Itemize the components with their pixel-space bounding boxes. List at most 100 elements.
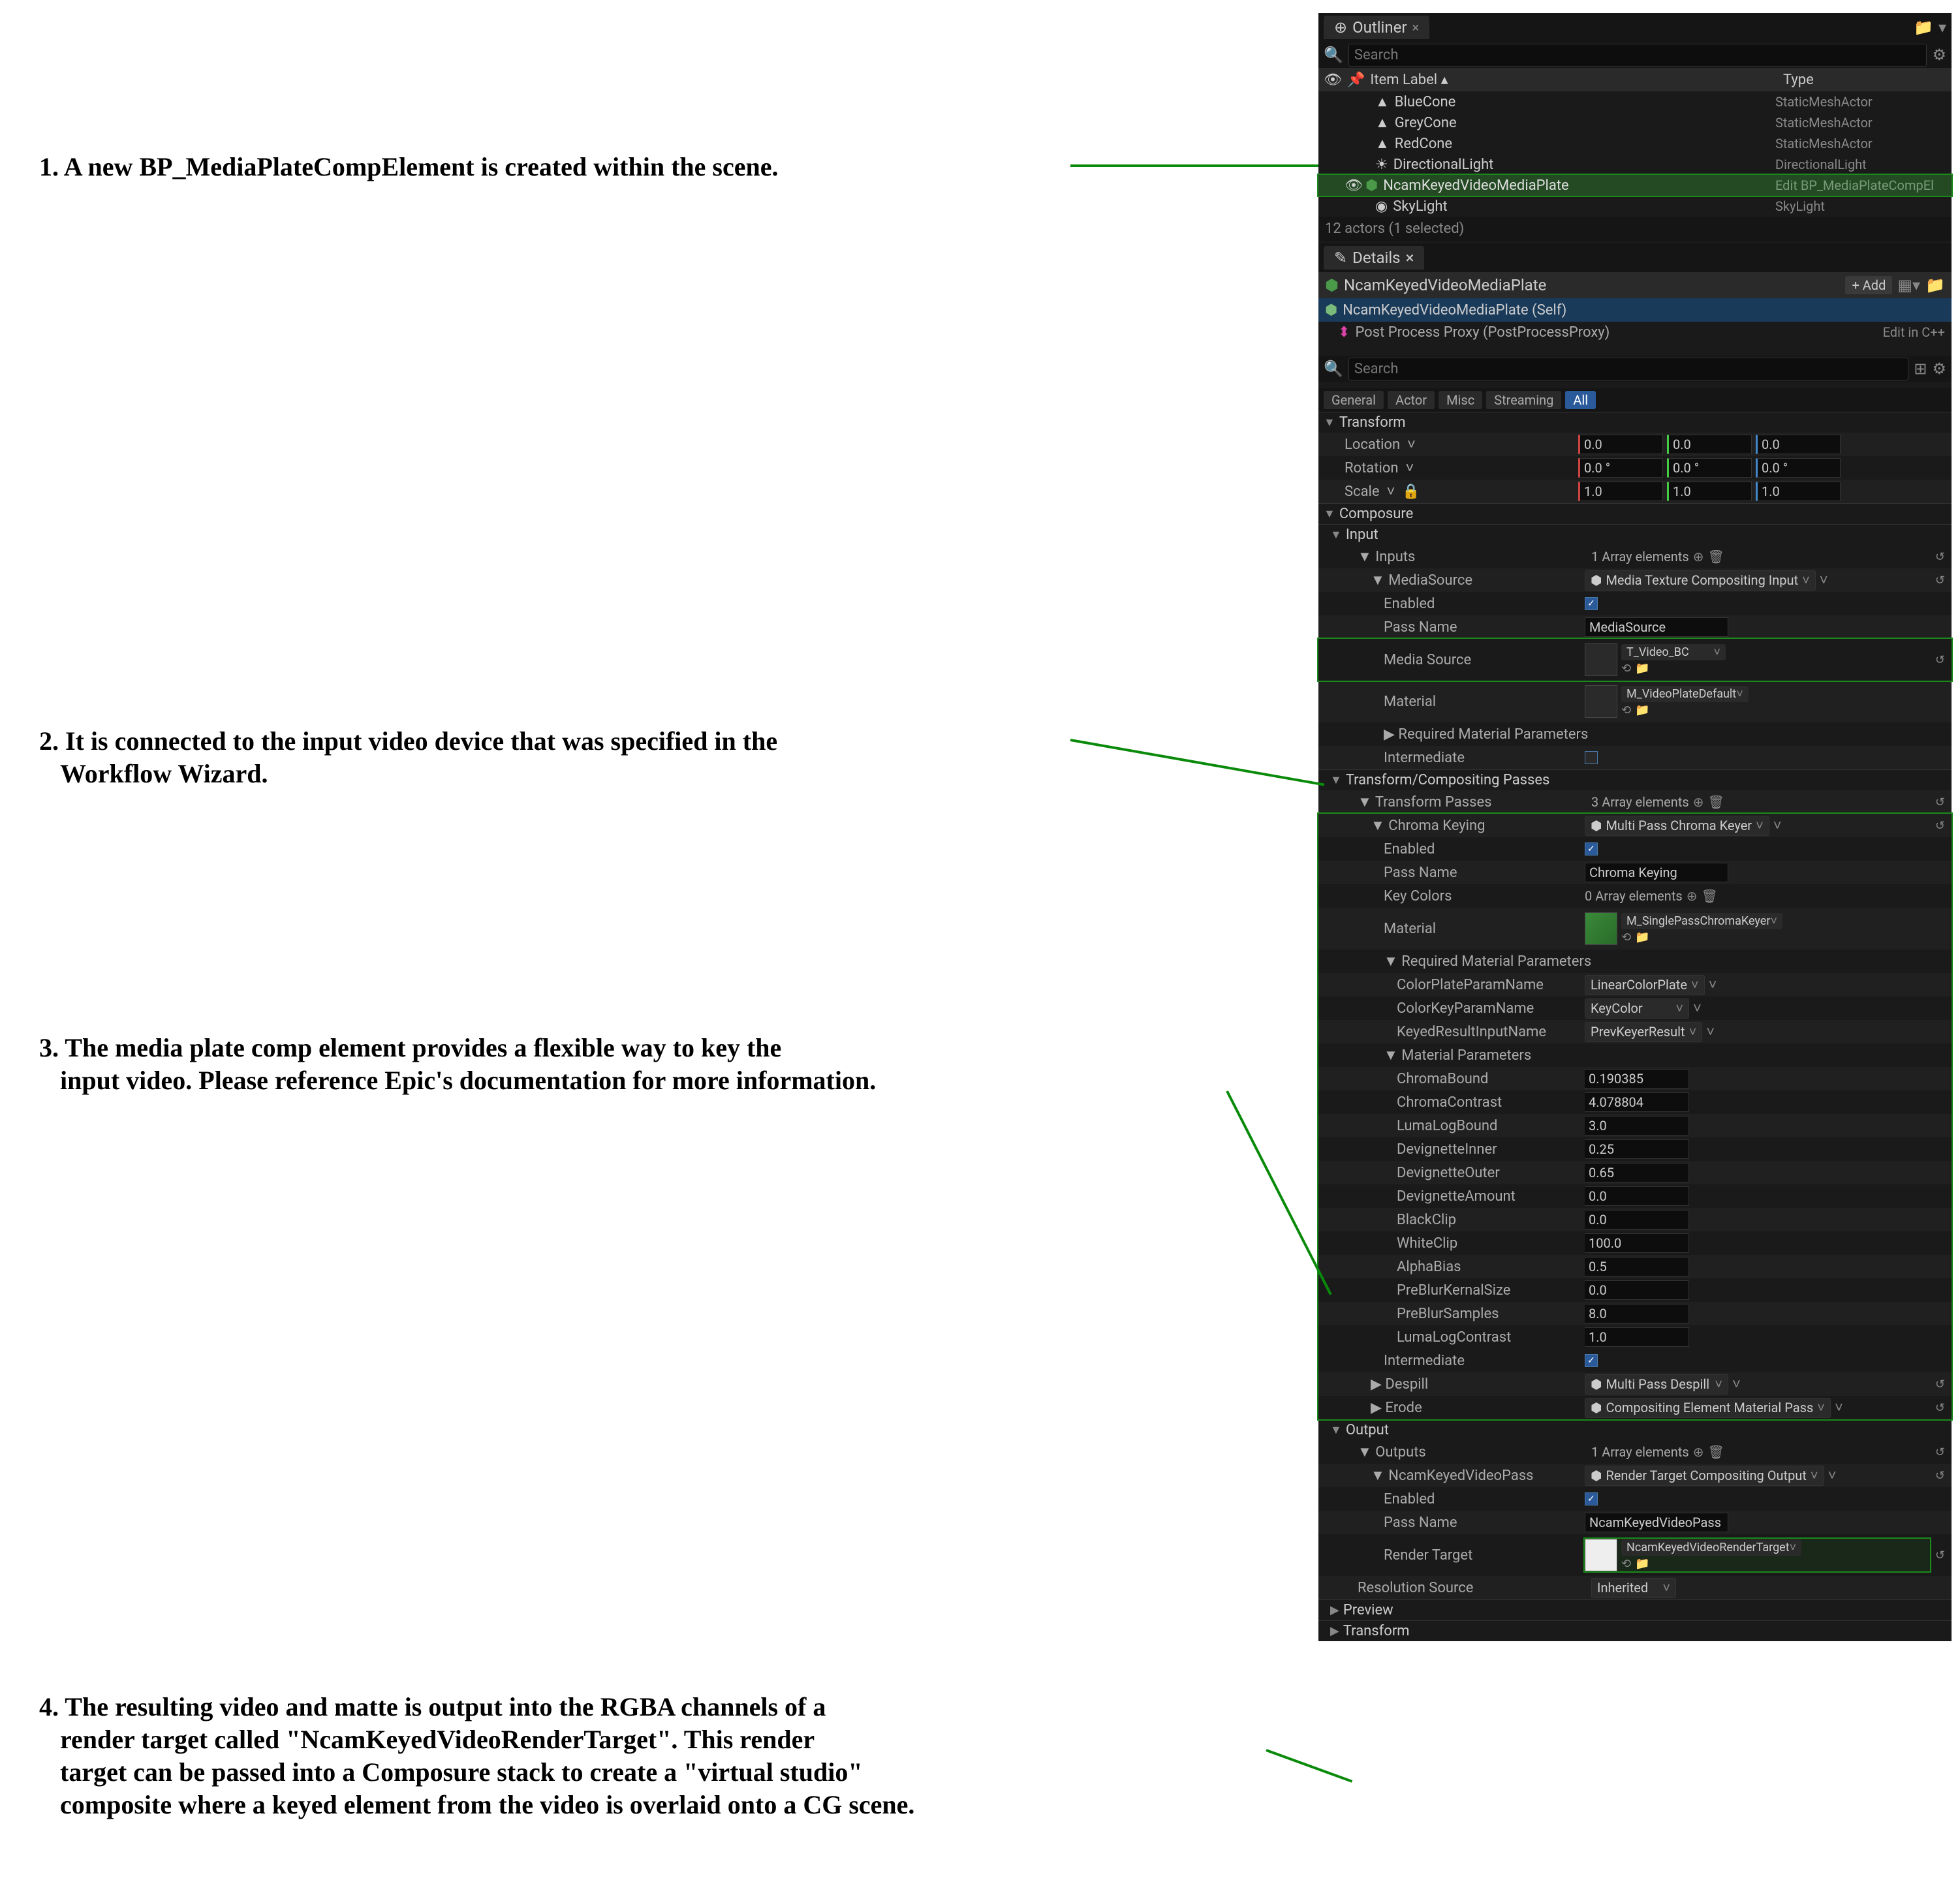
filter-all[interactable]: All (1565, 391, 1596, 409)
use-selected-icon[interactable]: ⟲ (1621, 662, 1631, 675)
asset-thumbnail[interactable] (1585, 643, 1617, 676)
filter-streaming[interactable]: Streaming (1486, 391, 1561, 409)
passname-input[interactable] (1585, 863, 1728, 882)
filter-general[interactable]: General (1324, 391, 1384, 409)
chevron-down-icon[interactable]: ˅ (1386, 484, 1395, 500)
rotation-z[interactable] (1756, 458, 1841, 478)
chevron-down-icon[interactable]: ▼ (1358, 794, 1372, 810)
section-output[interactable]: ▼Output (1318, 1419, 1952, 1440)
details-tab[interactable]: ✎ Details × (1324, 246, 1424, 270)
browse-icon[interactable]: 📁 (1635, 662, 1649, 675)
render-target-dropdown[interactable]: NcamKeyedVideoRenderTarget˅ (1621, 1539, 1801, 1556)
chevron-down-icon[interactable]: ˅ (1835, 1399, 1843, 1416)
reset-icon[interactable]: ↺ (1935, 1378, 1945, 1391)
reset-icon[interactable]: ↺ (1935, 795, 1945, 809)
param-input[interactable] (1585, 1163, 1689, 1182)
clear-array-icon[interactable]: 🗑 (1707, 549, 1724, 564)
chroma-material-dropdown[interactable]: M_SinglePassChromaKeyer˅ (1621, 913, 1782, 929)
despill-type-dropdown[interactable]: ⬢Multi Pass Despill˅ (1585, 1374, 1728, 1395)
chevron-down-icon[interactable]: ˅ (1773, 817, 1782, 834)
outliner-item[interactable]: ▲GreyConeStaticMeshActor (1318, 112, 1952, 133)
prop-required-params[interactable]: ▶ Required Material Parameters (1318, 722, 1952, 746)
outliner-item[interactable]: ◉SkyLightSkyLight (1318, 196, 1952, 217)
browse-icon[interactable]: 📁 (1635, 931, 1649, 944)
chevron-right-icon[interactable]: ▶ (1371, 1400, 1382, 1416)
outliner-item[interactable]: ☀DirectionalLightDirectionalLight (1318, 154, 1952, 175)
param-input[interactable] (1585, 1069, 1689, 1088)
outliner-item-selected[interactable]: 👁⬢NcamKeyedVideoMediaPlateEdit BP_MediaP… (1318, 175, 1952, 196)
param-dropdown[interactable]: LinearColorPlate˅ (1585, 975, 1705, 995)
material-dropdown[interactable]: M_VideoPlateDefault˅ (1621, 686, 1749, 702)
location-z[interactable] (1756, 435, 1841, 454)
section-bottom-transform[interactable]: ▶Transform (1318, 1620, 1952, 1641)
use-selected-icon[interactable]: ⟲ (1621, 1557, 1631, 1571)
chevron-down-icon[interactable]: ˅ (1693, 1000, 1702, 1017)
param-input[interactable] (1585, 1257, 1689, 1276)
col-item-label[interactable]: Item Label ▴ (1370, 72, 1778, 88)
param-input[interactable] (1585, 1186, 1689, 1206)
resolution-source-dropdown[interactable]: Inherited˅ (1591, 1578, 1676, 1598)
clear-array-icon[interactable]: 🗑 (1707, 1444, 1724, 1460)
chevron-down-icon[interactable]: ˅ (1706, 1023, 1715, 1040)
chroma-type-dropdown[interactable]: ⬢Multi Pass Chroma Keyer˅ (1585, 816, 1769, 836)
browse-icon[interactable]: 📁 (1635, 703, 1649, 717)
lock-icon[interactable]: 🔒 (1402, 484, 1420, 500)
outliner-item[interactable]: ▲BlueConeStaticMeshActor (1318, 91, 1952, 112)
section-input[interactable]: ▼Input (1318, 524, 1952, 545)
chevron-down-icon[interactable]: ˅ (1405, 460, 1414, 476)
component-proxy-row[interactable]: ⬍ Post Process Proxy (PostProcessProxy) … (1318, 322, 1952, 343)
chevron-down-icon[interactable]: ▼ (1371, 572, 1385, 589)
edit-in-cpp-link[interactable]: Edit in C++ (1883, 324, 1945, 340)
param-input[interactable] (1585, 1139, 1689, 1159)
property-matrix-icon[interactable]: ⊞ (1914, 360, 1927, 378)
pin-column-icon[interactable]: 📌 (1347, 72, 1365, 88)
section-transform[interactable]: ▼Transform (1318, 412, 1952, 433)
intermediate-checkbox[interactable] (1585, 751, 1598, 764)
browse-icon[interactable]: 📁 (1635, 1557, 1649, 1571)
blueprint-edit-icon[interactable]: ▦▾ (1897, 276, 1920, 294)
asset-thumbnail[interactable] (1585, 685, 1617, 718)
param-input[interactable] (1585, 1210, 1689, 1229)
asset-thumbnail[interactable] (1585, 912, 1617, 945)
passname-input[interactable] (1585, 617, 1728, 637)
reset-icon[interactable]: ↺ (1935, 574, 1945, 587)
param-input[interactable] (1585, 1280, 1689, 1300)
settings-icon[interactable]: ⚙ (1932, 360, 1946, 378)
component-self-row[interactable]: ⬢ NcamKeyedVideoMediaPlate (Self) (1318, 298, 1952, 322)
outliner-item[interactable]: ▲RedConeStaticMeshActor (1318, 133, 1952, 154)
asset-thumbnail[interactable] (1585, 1539, 1617, 1571)
intermediate-checkbox[interactable]: ✓ (1585, 1354, 1598, 1367)
browse-icon[interactable]: 📁 (1925, 276, 1945, 294)
add-element-icon[interactable]: ⊕ (1687, 888, 1698, 904)
param-input[interactable] (1585, 1092, 1689, 1112)
param-input[interactable] (1585, 1304, 1689, 1323)
reset-icon[interactable]: ↺ (1935, 819, 1945, 833)
add-element-icon[interactable]: ⊕ (1693, 1444, 1704, 1460)
use-selected-icon[interactable]: ⟲ (1621, 931, 1631, 944)
reset-icon[interactable]: ↺ (1935, 1469, 1945, 1483)
chevron-down-icon[interactable]: ˅ (1820, 572, 1828, 589)
filter-actor[interactable]: Actor (1388, 391, 1435, 409)
chevron-down-icon[interactable]: ˅ (1732, 1376, 1741, 1393)
section-tcp[interactable]: ▼Transform/Compositing Passes (1318, 769, 1952, 790)
chevron-down-icon[interactable]: ˅ (1407, 437, 1416, 453)
enabled-checkbox[interactable]: ✓ (1585, 1492, 1598, 1505)
scale-z[interactable] (1756, 482, 1841, 501)
details-search-input[interactable] (1348, 358, 1908, 380)
close-icon[interactable]: × (1412, 20, 1420, 35)
prop-chroma-req[interactable]: ▼ Required Material Parameters (1318, 949, 1952, 973)
rotation-x[interactable] (1578, 458, 1663, 478)
settings-icon[interactable]: ⚙ (1932, 46, 1946, 64)
location-x[interactable] (1578, 435, 1663, 454)
chevron-down-icon[interactable]: ▼ (1384, 953, 1398, 970)
chevron-down-icon[interactable]: ▼ (1358, 1444, 1372, 1460)
chevron-down-icon[interactable]: ˅ (1828, 1467, 1837, 1484)
add-component-button[interactable]: + Add (1845, 276, 1892, 294)
filter-misc[interactable]: Misc (1439, 391, 1482, 409)
reset-icon[interactable]: ↺ (1935, 1445, 1945, 1459)
clear-array-icon[interactable]: 🗑 (1701, 888, 1717, 904)
chevron-down-icon[interactable]: ▼ (1384, 1047, 1398, 1064)
reset-icon[interactable]: ↺ (1935, 1401, 1945, 1415)
param-input[interactable] (1585, 1116, 1689, 1135)
chevron-down-icon[interactable]: ▼ (1371, 1468, 1385, 1484)
